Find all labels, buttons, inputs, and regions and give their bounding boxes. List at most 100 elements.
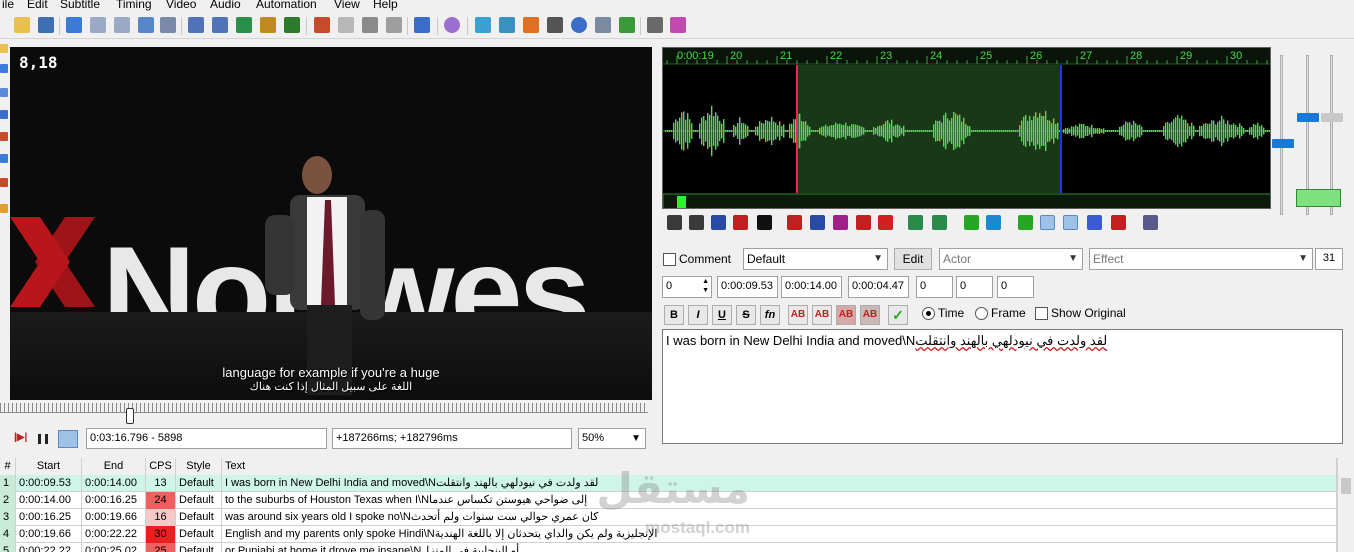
grid-scrollbar[interactable] (1337, 458, 1354, 552)
timing-post-icon[interactable] (499, 17, 515, 33)
menu-edit[interactable]: Edit (27, 0, 48, 11)
commit-check-icon[interactable]: ✓ (888, 305, 908, 325)
font-button[interactable]: fn (760, 305, 780, 325)
play-selection-icon[interactable] (711, 215, 726, 230)
lead-in-icon[interactable] (908, 215, 923, 230)
auto-scroll-icon[interactable] (58, 430, 78, 448)
play-before-end-icon[interactable] (833, 215, 848, 230)
menu-view[interactable]: View (334, 0, 360, 11)
column-header[interactable]: End (82, 458, 146, 475)
play-before-icon[interactable] (787, 215, 802, 230)
save-icon[interactable] (38, 17, 54, 33)
audio-waveform[interactable]: 0:00:19 20 21 22 23 24 25 26 27 28 29 30 (662, 47, 1271, 209)
tool-icon[interactable] (0, 64, 8, 73)
play-to-end-icon[interactable] (878, 215, 893, 230)
check-icon[interactable] (619, 17, 635, 33)
play-after-start-icon[interactable] (810, 215, 825, 230)
properties-icon[interactable] (188, 17, 204, 33)
frame-radio[interactable] (975, 307, 988, 320)
jump-icon[interactable] (66, 17, 82, 33)
spin-arrows-icon[interactable]: ▲ ▼ (702, 277, 709, 295)
pause-icon[interactable] (38, 434, 48, 444)
video-offset-field[interactable]: +187266ms; +182796ms (332, 428, 572, 449)
clock-icon[interactable] (571, 17, 587, 33)
menu-file[interactable]: ile (2, 0, 14, 11)
tool-icon[interactable] (0, 110, 8, 119)
underline-button[interactable]: U (712, 305, 732, 325)
stop-icon[interactable] (547, 17, 563, 33)
video-position-field[interactable]: 0:03:16.796 - 5898 (86, 428, 327, 449)
layer-field[interactable]: 0 ▲ ▼ (662, 276, 712, 298)
tool-icon[interactable] (0, 44, 8, 53)
open-icon[interactable] (14, 17, 30, 33)
zoom-select[interactable]: 50% ▼ (578, 428, 646, 449)
shadow-color-button[interactable]: AB (860, 305, 880, 325)
primary-color-button[interactable]: AB (788, 305, 808, 325)
pen-icon[interactable] (362, 17, 378, 33)
style-select[interactable]: Default ▼ (743, 248, 888, 270)
margin-left-field[interactable]: 0 (916, 276, 953, 298)
select-icon[interactable] (595, 17, 611, 33)
spellcheck-icon[interactable] (236, 17, 252, 33)
auto-scroll-icon[interactable] (1063, 215, 1078, 230)
tool-icon[interactable] (0, 204, 8, 213)
zoom-in-icon[interactable] (90, 17, 106, 33)
tool-icon[interactable] (0, 88, 8, 97)
go-to-icon[interactable] (986, 215, 1001, 230)
fonts-icon[interactable] (260, 17, 276, 33)
slider-thumb[interactable] (1321, 113, 1343, 122)
start-time-field[interactable]: 0:00:09.53 (717, 276, 778, 298)
menu-video[interactable]: Video (166, 0, 196, 11)
end-time-field[interactable]: 0:00:14.00 (781, 276, 842, 298)
menu-automation[interactable]: Automation (256, 0, 317, 11)
kanji-timer-icon[interactable] (475, 17, 491, 33)
subtitle-text-editor[interactable]: I was born in New Delhi India and moved\… (662, 329, 1343, 444)
karaoke-icon[interactable] (1111, 215, 1126, 230)
shift-times-icon[interactable] (414, 17, 430, 33)
next-line-icon[interactable] (689, 215, 704, 230)
effect-select[interactable]: Effect ▼ (1089, 248, 1313, 270)
italic-button[interactable]: I (688, 305, 708, 325)
zoom-out-icon[interactable] (114, 17, 130, 33)
tool-icon[interactable] (0, 154, 8, 163)
table-row[interactable]: 5 0:00:22.22 0:00:25.02 25 Default or Pu… (0, 543, 1337, 552)
previous-line-icon[interactable] (667, 215, 682, 230)
column-header[interactable]: Text (222, 458, 1337, 475)
seek-thumb[interactable] (126, 408, 134, 424)
tag-icon[interactable] (670, 17, 686, 33)
menu-subtitle[interactable]: Subtitle (60, 0, 100, 11)
stop-icon[interactable] (757, 215, 772, 230)
audio-options-icon[interactable] (1143, 215, 1158, 230)
styles-icon[interactable] (212, 17, 228, 33)
play-after-icon[interactable] (856, 215, 871, 230)
column-header[interactable]: CPS (146, 458, 176, 475)
video-seek-bar[interactable] (0, 403, 648, 413)
tool-icon[interactable] (0, 132, 8, 141)
document-icon[interactable] (338, 17, 354, 33)
duration-field[interactable]: 0:00:04.47 (848, 276, 909, 298)
scrollbar-thumb[interactable] (1341, 478, 1351, 494)
horizontal-zoom-slider[interactable] (1280, 55, 1283, 215)
style-manager-icon[interactable] (138, 17, 154, 33)
fast-forward-icon[interactable] (523, 17, 539, 33)
auto-commit-icon[interactable] (1018, 215, 1033, 230)
slider-thumb[interactable] (1297, 113, 1319, 122)
translation-icon[interactable] (314, 17, 330, 33)
strikeout-button[interactable]: S (736, 305, 756, 325)
menu-timing[interactable]: Timing (116, 0, 152, 11)
edit-style-button[interactable]: Edit (894, 248, 932, 270)
column-header[interactable]: # (0, 458, 16, 475)
column-header[interactable]: Start (16, 458, 82, 475)
bold-button[interactable]: B (664, 305, 684, 325)
margin-right-field[interactable]: 0 (956, 276, 993, 298)
lead-out-icon[interactable] (932, 215, 947, 230)
tool-icon[interactable] (0, 178, 8, 187)
resample-icon[interactable] (284, 17, 300, 33)
outline-color-button[interactable]: AB (836, 305, 856, 325)
auto-next-icon[interactable] (1040, 215, 1055, 230)
menu-audio[interactable]: Audio (210, 0, 241, 11)
play-line-icon[interactable] (733, 215, 748, 230)
time-radio[interactable] (922, 307, 935, 320)
show-original-checkbox[interactable] (1035, 307, 1048, 320)
secondary-color-button[interactable]: AB (812, 305, 832, 325)
